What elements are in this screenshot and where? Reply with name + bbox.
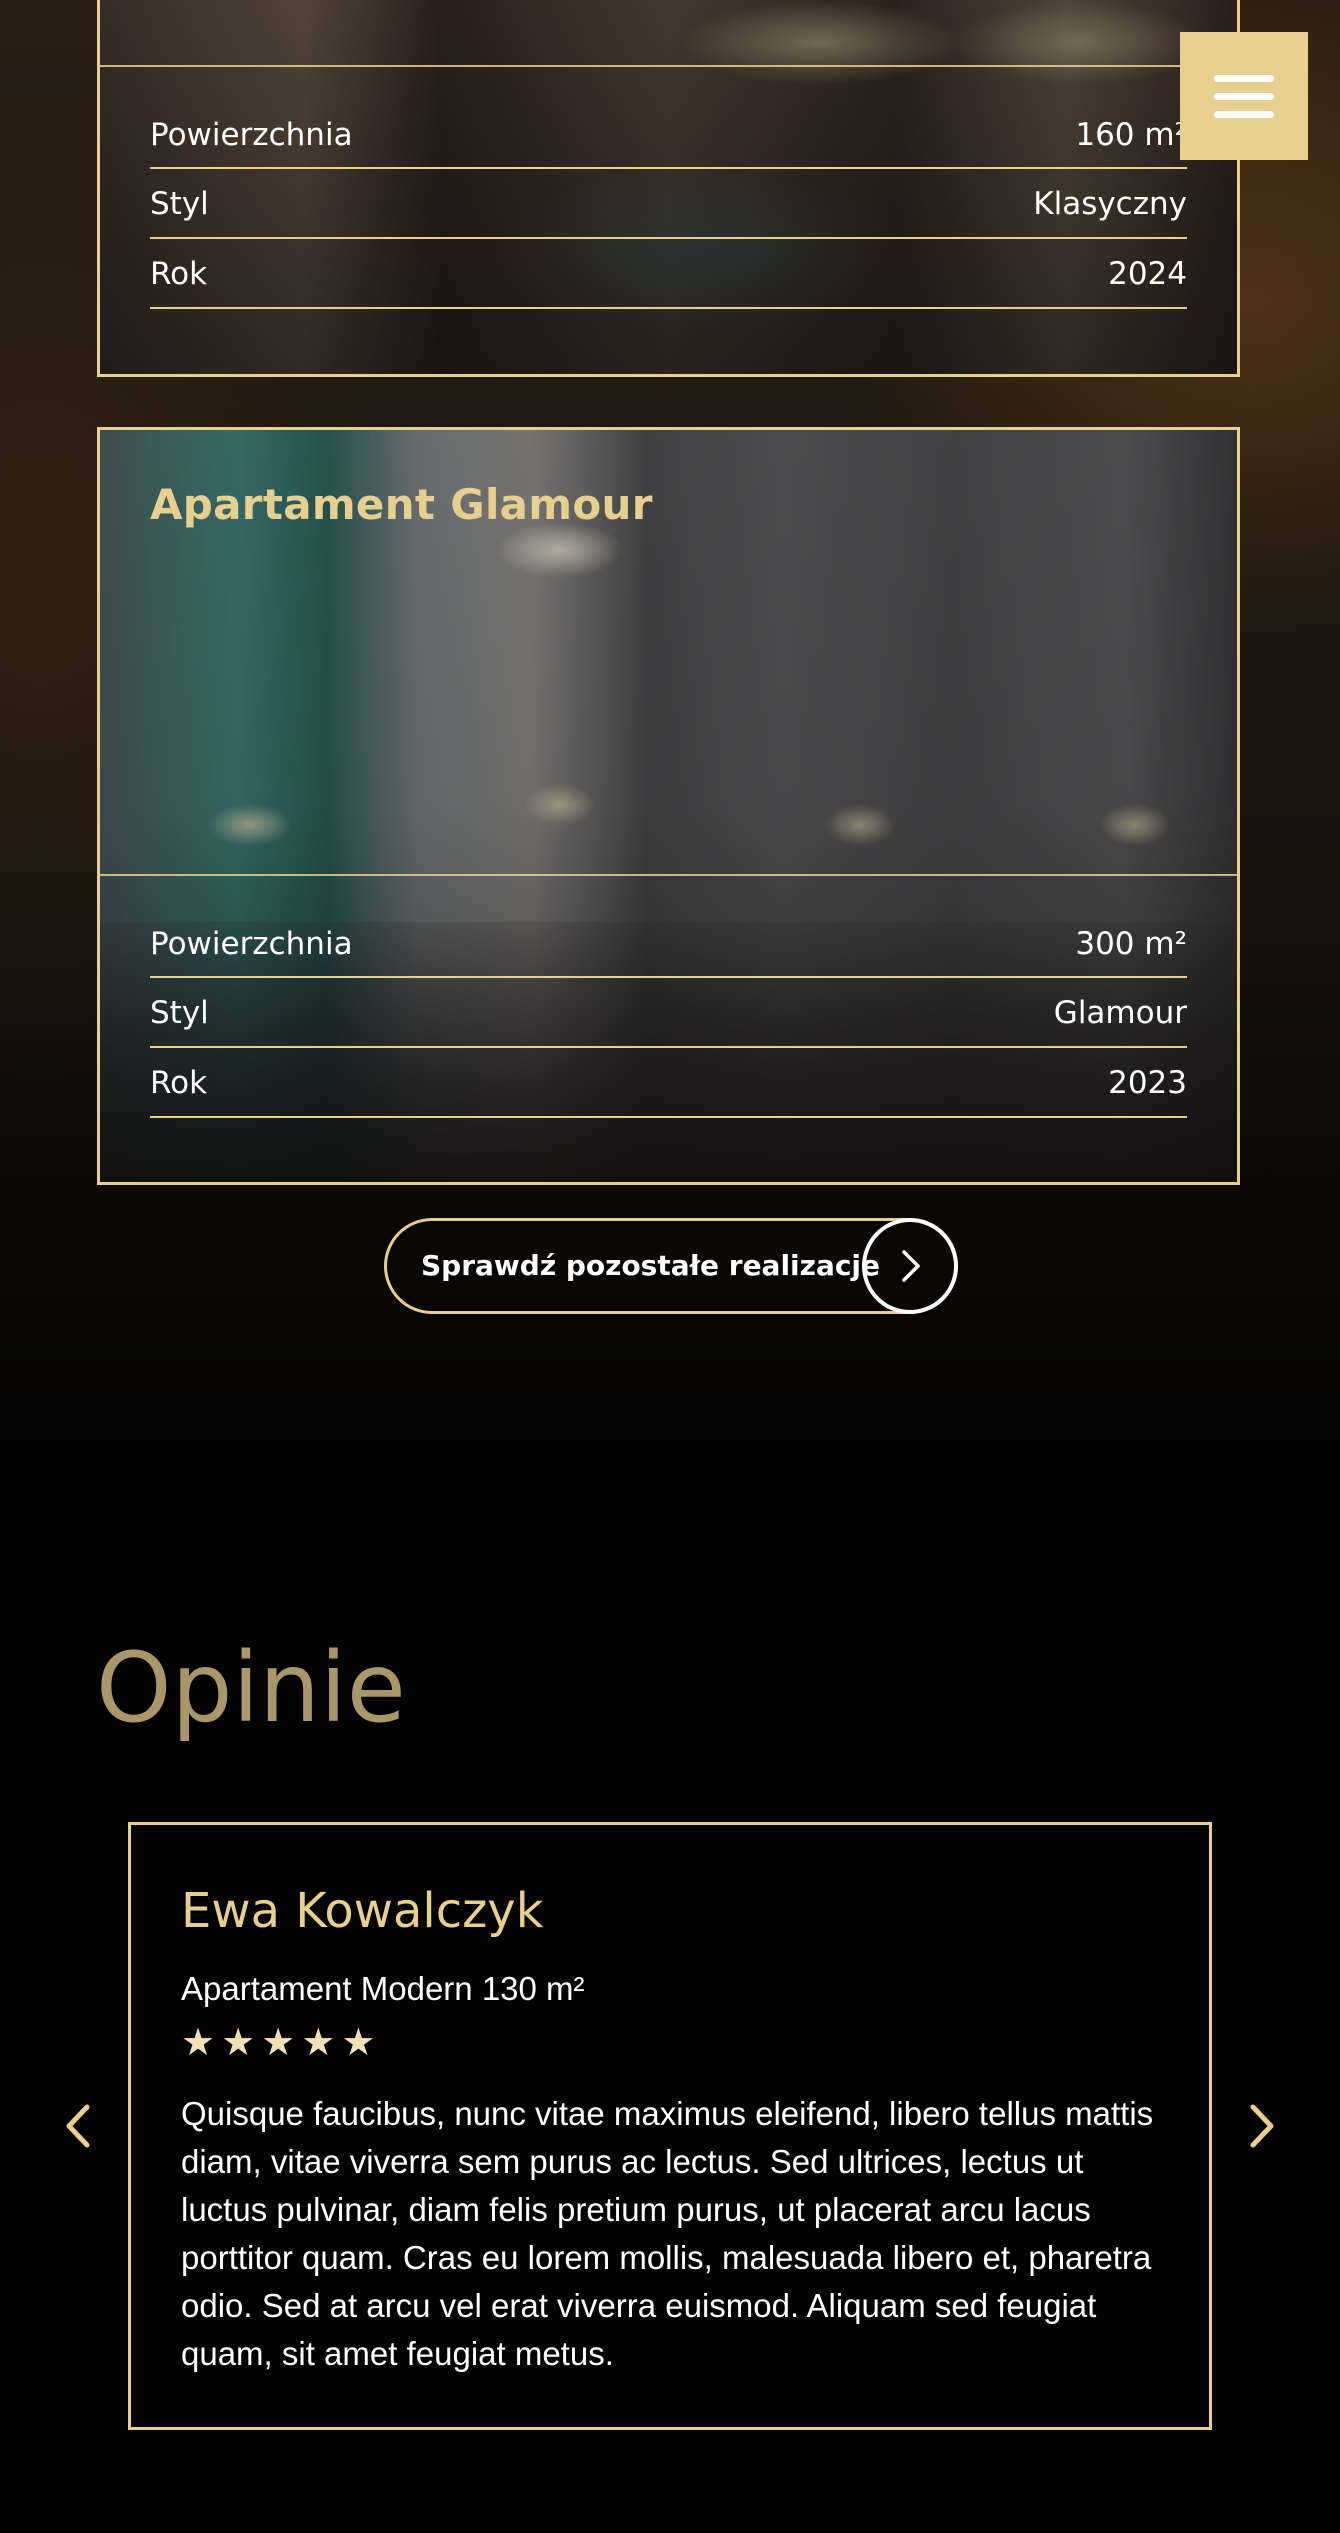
spec-value: 160 m² — [1075, 117, 1187, 153]
project-card[interactable]: Powierzchnia 160 m² Styl Klasyczny Rok 2… — [97, 0, 1240, 377]
spec-label: Styl — [150, 995, 209, 1031]
spec-value: Klasyczny — [1033, 186, 1187, 222]
chevron-right-icon — [862, 1218, 958, 1314]
divider — [100, 874, 1237, 876]
hamburger-menu-icon — [1214, 74, 1274, 82]
spec-label: Rok — [150, 256, 208, 292]
star-icon: ★ — [301, 2020, 336, 2064]
project-title: Apartament Glamour — [150, 480, 653, 529]
spec-label: Rok — [150, 1065, 208, 1101]
carousel-next-button[interactable] — [1242, 2098, 1282, 2158]
cta-label: Sprawdź pozostałe realizacje — [421, 1249, 881, 1282]
spec-value: 300 m² — [1075, 926, 1187, 962]
spec-row-style: Styl Klasyczny — [150, 169, 1187, 239]
chevron-right-icon — [1247, 2103, 1277, 2154]
spec-row-style: Styl Glamour — [150, 978, 1187, 1048]
review-card: Ewa Kowalczyk Apartament Modern 130 m² ★… — [128, 1822, 1212, 2430]
spec-label: Styl — [150, 186, 209, 222]
spec-row-year: Rok 2024 — [150, 239, 1187, 309]
see-more-projects-button[interactable]: Sprawdź pozostałe realizacje — [384, 1218, 958, 1314]
star-rating: ★ ★ ★ ★ ★ — [181, 2023, 375, 2061]
page: Powierzchnia 160 m² Styl Klasyczny Rok 2… — [0, 0, 1340, 2533]
menu-button[interactable] — [1180, 32, 1308, 160]
review-text: Quisque faucibus, nunc vitae maximus ele… — [181, 2095, 1154, 2372]
star-icon: ★ — [181, 2020, 216, 2064]
spec-value: Glamour — [1053, 995, 1187, 1031]
spec-label: Powierzchnia — [150, 926, 353, 962]
spec-list: Powierzchnia 160 m² Styl Klasyczny Rok 2… — [150, 101, 1187, 309]
project-card[interactable]: Apartament Glamour Powierzchnia 300 m² S… — [97, 427, 1240, 1185]
spec-value: 2023 — [1108, 1065, 1187, 1101]
review-project: Apartament Modern 130 m² — [181, 1970, 585, 2007]
spec-row-year: Rok 2023 — [150, 1048, 1187, 1118]
star-icon: ★ — [221, 2020, 256, 2064]
star-icon: ★ — [341, 2020, 376, 2064]
spec-list: Powierzchnia 300 m² Styl Glamour Rok 202… — [150, 910, 1187, 1118]
reviewer-name: Ewa Kowalczyk — [181, 1883, 544, 1939]
spec-row-area: Powierzchnia 160 m² — [150, 101, 1187, 169]
star-icon: ★ — [261, 2020, 296, 2064]
divider — [100, 65, 1237, 67]
carousel-prev-button[interactable] — [58, 2098, 98, 2158]
section-title: Opinie — [96, 1632, 406, 1744]
chevron-left-icon — [63, 2103, 93, 2154]
spec-label: Powierzchnia — [150, 117, 353, 153]
spec-row-area: Powierzchnia 300 m² — [150, 910, 1187, 978]
spec-value: 2024 — [1108, 256, 1187, 292]
